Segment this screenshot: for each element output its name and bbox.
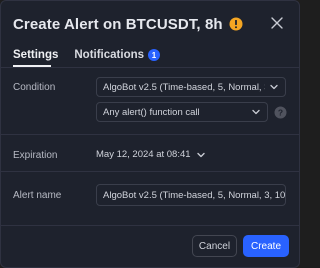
warning-icon[interactable] <box>229 17 243 31</box>
indicator-select-value: AlgoBot v2.5 (Time-based, 5, Normal, 3, … <box>103 81 265 93</box>
chevron-down-icon <box>252 109 260 115</box>
expiration-picker[interactable]: May 12, 2024 at 08:41 <box>96 149 206 160</box>
notifications-count-badge: 1 <box>148 49 161 61</box>
create-button[interactable]: Create <box>243 235 289 257</box>
chevron-down-icon <box>196 152 205 157</box>
condition-label: Condition <box>13 82 56 93</box>
tab-divider <box>1 67 299 68</box>
tab-bar: Settings Notifications 1 <box>13 46 161 64</box>
alert-name-value: AlgoBot v2.5 (Time-based, 5, Normal, 3, … <box>103 189 286 201</box>
dialog-title: Create Alert on BTCUSDT, 8h <box>13 15 223 33</box>
expiration-label: Expiration <box>13 150 58 161</box>
close-button[interactable] <box>267 13 287 33</box>
help-icon[interactable]: ? <box>274 106 287 119</box>
dialog-header: Create Alert on BTCUSDT, 8h <box>13 13 289 35</box>
tab-settings[interactable]: Settings <box>13 46 58 64</box>
close-icon <box>271 17 283 29</box>
tab-settings-label: Settings <box>13 49 59 61</box>
alert-name-label: Alert name <box>13 190 62 201</box>
create-alert-dialog: Create Alert on BTCUSDT, 8h Settings Not… <box>0 0 300 268</box>
expiration-value: May 12, 2024 at 08:41 <box>96 149 191 160</box>
function-select-value: Any alert() function call <box>103 106 200 118</box>
alert-name-input[interactable]: AlgoBot v2.5 (Time-based, 5, Normal, 3, … <box>96 184 286 206</box>
tab-notifications[interactable]: Notifications 1 <box>74 46 161 64</box>
cancel-button[interactable]: Cancel <box>192 235 237 257</box>
tab-notifications-label: Notifications <box>74 49 145 61</box>
function-select[interactable]: Any alert() function call <box>96 102 268 122</box>
section-divider <box>1 171 299 172</box>
chevron-down-icon <box>270 84 278 90</box>
section-divider <box>1 134 299 135</box>
footer-divider <box>1 225 299 226</box>
indicator-select[interactable]: AlgoBot v2.5 (Time-based, 5, Normal, 3, … <box>96 77 286 97</box>
svg-text:?: ? <box>278 108 283 118</box>
